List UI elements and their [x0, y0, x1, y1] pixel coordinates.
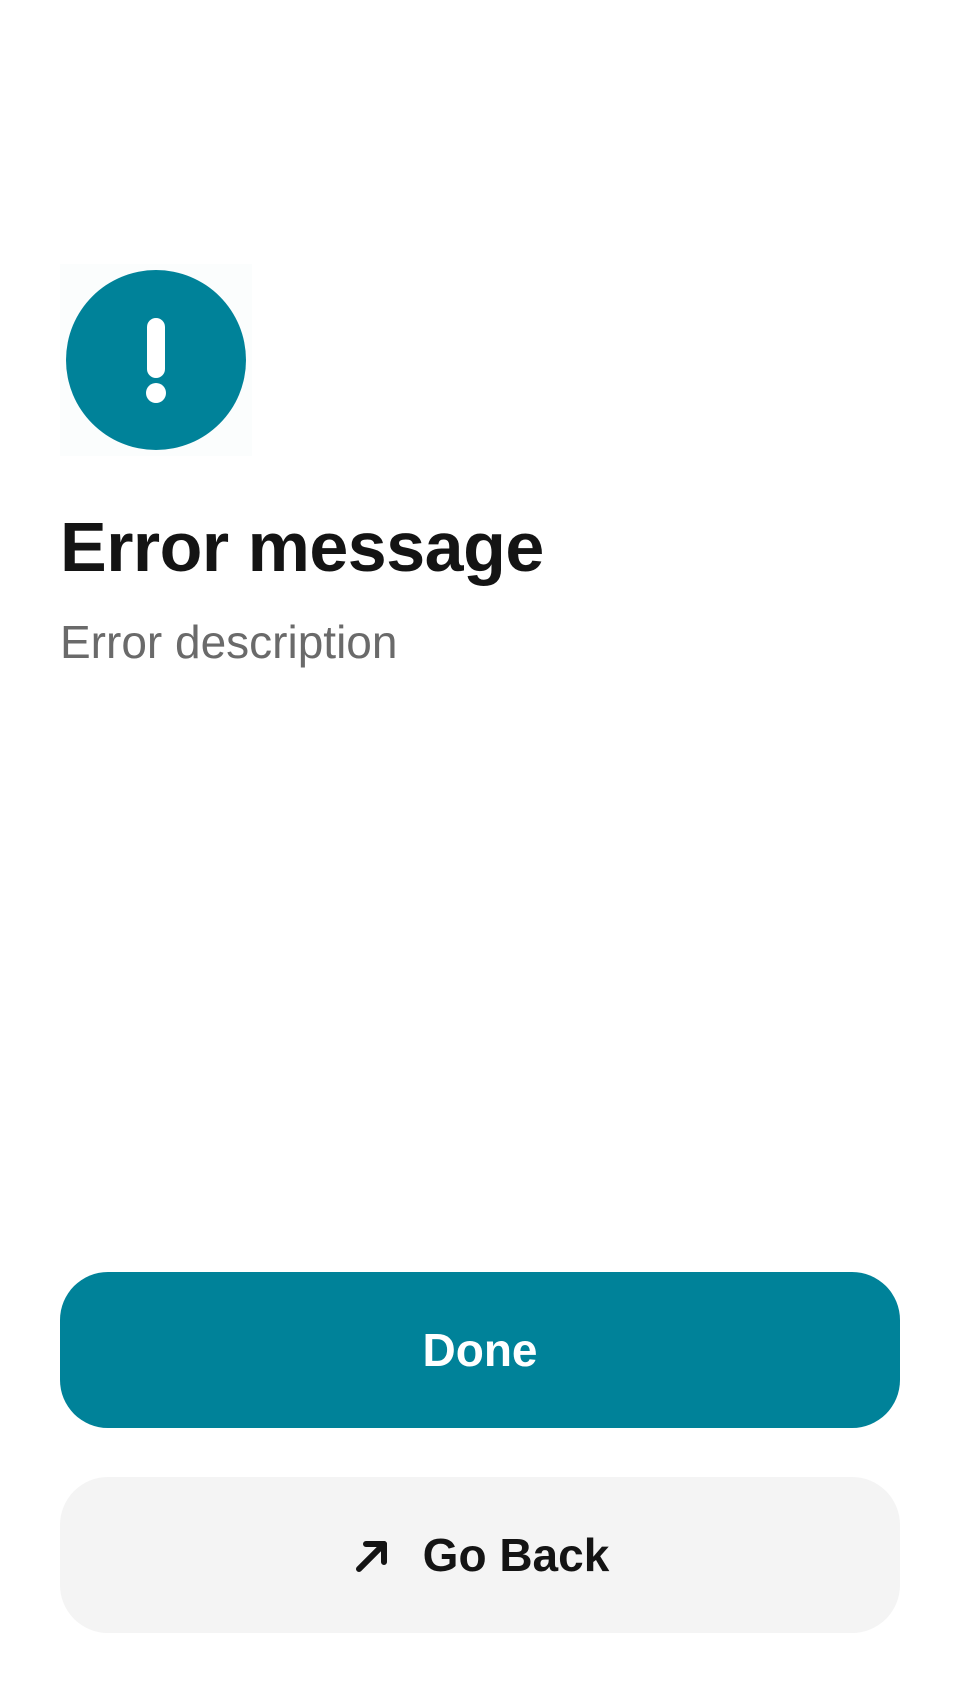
error-icon-container [60, 264, 252, 456]
error-title: Error message [60, 508, 544, 586]
error-description: Error description [60, 616, 398, 668]
done-button-label: Done [422, 1324, 538, 1376]
go-back-button-label: Go Back [422, 1529, 610, 1581]
go-back-button[interactable]: Go Back [60, 1477, 900, 1633]
error-screen: Error message Error description Done Go … [0, 0, 960, 1704]
arrow-up-right-icon [355, 1541, 387, 1572]
done-button[interactable]: Done [60, 1272, 900, 1428]
exclamation-circle-icon [66, 270, 246, 450]
